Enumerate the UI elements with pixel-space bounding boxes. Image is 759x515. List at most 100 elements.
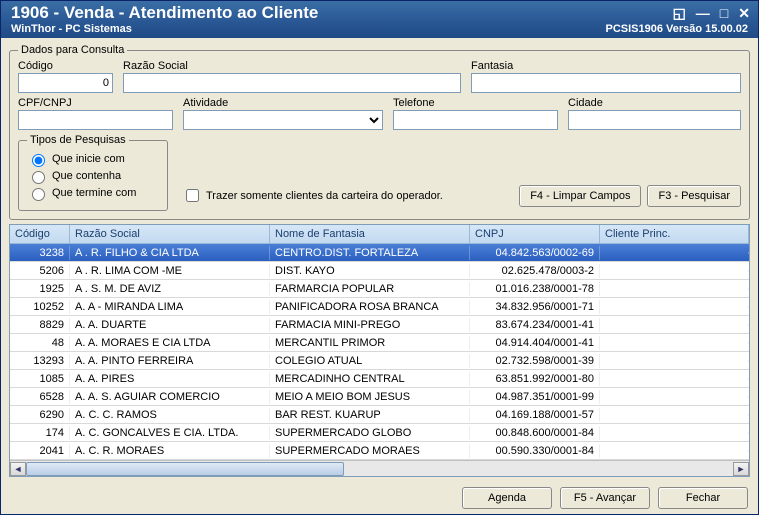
cell-nomef: BAR REST. KUARUP — [270, 408, 470, 422]
cell-cliente — [600, 324, 749, 326]
pesquisar-button[interactable]: F3 - Pesquisar — [647, 185, 741, 207]
cell-razao: A. A. PIRES — [70, 372, 270, 386]
col-header-nomef[interactable]: Nome de Fantasia — [270, 225, 470, 243]
cell-codigo: 6528 — [10, 390, 70, 404]
cell-nomef: SUPERMERCADO MORAES — [270, 444, 470, 458]
window-title: 1906 - Venda - Atendimento ao Cliente — [1, 1, 758, 23]
cell-cliente — [600, 432, 749, 434]
razao-label: Razão Social — [123, 60, 461, 72]
cell-cnpj: 00.848.600/0001-84 — [470, 426, 600, 440]
cell-nomef: DIST. KAYO — [270, 264, 470, 278]
table-row[interactable]: 6528A. A. S. AGUIAR COMERCIOMEIO A MEIO … — [10, 388, 749, 406]
radio-termine[interactable] — [32, 188, 45, 201]
carteira-label: Trazer somente clientes da carteira do o… — [206, 190, 443, 202]
cell-razao: A . R. LIMA COM -ME — [70, 264, 270, 278]
codigo-label: Código — [18, 60, 113, 72]
cell-codigo: 174 — [10, 426, 70, 440]
cell-nomef: MERCADINHO CENTRAL — [270, 372, 470, 386]
cell-razao: A. A. DUARTE — [70, 318, 270, 332]
radio-inicie-label: Que inicie com — [52, 153, 125, 165]
cell-codigo: 1085 — [10, 372, 70, 386]
footer-buttons: Agenda F5 - Avançar Fechar — [9, 481, 750, 509]
table-row[interactable]: 8829A. A. DUARTEFARMACIA MINI-PREGO83.67… — [10, 316, 749, 334]
cell-cnpj: 00.590.330/0001-84 — [470, 444, 600, 458]
avancar-button[interactable]: F5 - Avançar — [560, 487, 650, 509]
carteira-checkbox[interactable] — [186, 189, 199, 202]
cidade-input[interactable] — [568, 110, 741, 130]
cell-codigo: 3238 — [10, 246, 70, 260]
cell-codigo: 1925 — [10, 282, 70, 296]
fantasia-input[interactable] — [471, 73, 741, 93]
radio-inicie[interactable] — [32, 154, 45, 167]
table-row[interactable]: 1925A . S. M. DE AVIZFARMARCIA POPULAR01… — [10, 280, 749, 298]
radio-contenha[interactable] — [32, 171, 45, 184]
col-header-cnpj[interactable]: CNPJ — [470, 225, 600, 243]
cell-cnpj: 04.169.188/0001-57 — [470, 408, 600, 422]
cell-codigo: 5206 — [10, 264, 70, 278]
fantasia-label: Fantasia — [471, 60, 741, 72]
scroll-thumb[interactable] — [26, 462, 344, 476]
cell-razao: A. A. MORAES E CIA LTDA — [70, 336, 270, 350]
cell-cnpj: 01.016.238/0001-78 — [470, 282, 600, 296]
cell-codigo: 13293 — [10, 354, 70, 368]
cell-razao: A. A. PINTO FERREIRA — [70, 354, 270, 368]
grid-body[interactable]: 3238A . R. FILHO & CIA LTDACENTRO.DIST. … — [10, 244, 749, 460]
table-row[interactable]: 174A. C. GONCALVES E CIA. LTDA.SUPERMERC… — [10, 424, 749, 442]
cell-razao: A. A. S. AGUIAR COMERCIO — [70, 390, 270, 404]
cell-cnpj: 63.851.992/0001-80 — [470, 372, 600, 386]
tipos-legend: Tipos de Pesquisas — [27, 134, 129, 146]
atividade-label: Atividade — [183, 97, 383, 109]
codigo-input[interactable] — [18, 73, 113, 93]
cell-cnpj: 04.987.351/0001-99 — [470, 390, 600, 404]
telefone-input[interactable] — [393, 110, 558, 130]
scroll-right-icon[interactable]: ► — [733, 462, 749, 476]
razao-input[interactable] — [123, 73, 461, 93]
cell-codigo: 8829 — [10, 318, 70, 332]
col-header-razao[interactable]: Razão Social — [70, 225, 270, 243]
table-row[interactable]: 1085A. A. PIRESMERCADINHO CENTRAL63.851.… — [10, 370, 749, 388]
scroll-track[interactable] — [26, 462, 733, 476]
cell-cnpj: 34.832.956/0001-71 — [470, 300, 600, 314]
close-icon[interactable]: ✕ — [738, 5, 750, 22]
agenda-button[interactable]: Agenda — [462, 487, 552, 509]
cell-cliente — [600, 396, 749, 398]
cpf-input[interactable] — [18, 110, 173, 130]
cell-cliente — [600, 306, 749, 308]
table-row[interactable]: 2041A. C. R. MORAESSUPERMERCADO MORAES00… — [10, 442, 749, 460]
table-row[interactable]: 6290A. C. C. RAMOSBAR REST. KUARUP04.169… — [10, 406, 749, 424]
table-row[interactable]: 48A. A. MORAES E CIA LTDAMERCANTIL PRIMO… — [10, 334, 749, 352]
cidade-label: Cidade — [568, 97, 741, 109]
horizontal-scrollbar[interactable]: ◄ ► — [10, 460, 749, 476]
cell-cnpj: 02.625.478/0003-2 — [470, 264, 600, 278]
scroll-left-icon[interactable]: ◄ — [10, 462, 26, 476]
cell-codigo: 48 — [10, 336, 70, 350]
restore-icon[interactable]: ◱ — [673, 5, 686, 22]
col-header-codigo[interactable]: Código — [10, 225, 70, 243]
cell-razao: A . R. FILHO & CIA LTDA — [70, 246, 270, 260]
cell-nomef: MEIO A MEIO BOM JESUS — [270, 390, 470, 404]
atividade-select[interactable] — [183, 110, 383, 130]
radio-contenha-label: Que contenha — [52, 170, 121, 182]
content-area: Dados para Consulta Código Razão Social … — [1, 38, 758, 515]
consulta-legend: Dados para Consulta — [18, 44, 127, 56]
tipos-groupbox: Tipos de Pesquisas Que inicie com Que co… — [18, 134, 168, 211]
fechar-button[interactable]: Fechar — [658, 487, 748, 509]
cell-razao: A. C. GONCALVES E CIA. LTDA. — [70, 426, 270, 440]
limpar-button[interactable]: F4 - Limpar Campos — [519, 185, 641, 207]
cell-nomef: CENTRO.DIST. FORTALEZA — [270, 246, 470, 260]
cell-nomef: FARMACIA MINI-PREGO — [270, 318, 470, 332]
minimize-icon[interactable]: — — [696, 5, 710, 22]
table-row[interactable]: 5206A . R. LIMA COM -MEDIST. KAYO02.625.… — [10, 262, 749, 280]
table-row[interactable]: 13293A. A. PINTO FERREIRACOLEGIO ATUAL02… — [10, 352, 749, 370]
cell-codigo: 10252 — [10, 300, 70, 314]
cell-nomef: FARMARCIA POPULAR — [270, 282, 470, 296]
cell-cliente — [600, 378, 749, 380]
cell-cliente — [600, 342, 749, 344]
table-row[interactable]: 3238A . R. FILHO & CIA LTDACENTRO.DIST. … — [10, 244, 749, 262]
window-root: 1906 - Venda - Atendimento ao Cliente Wi… — [0, 0, 759, 515]
maximize-icon[interactable]: □ — [720, 5, 728, 22]
titlebar: 1906 - Venda - Atendimento ao Cliente Wi… — [1, 1, 758, 38]
col-header-cliente[interactable]: Cliente Princ. — [600, 225, 749, 243]
cell-cnpj: 83.674.234/0001-41 — [470, 318, 600, 332]
table-row[interactable]: 10252A. A - MIRANDA LIMAPANIFICADORA ROS… — [10, 298, 749, 316]
